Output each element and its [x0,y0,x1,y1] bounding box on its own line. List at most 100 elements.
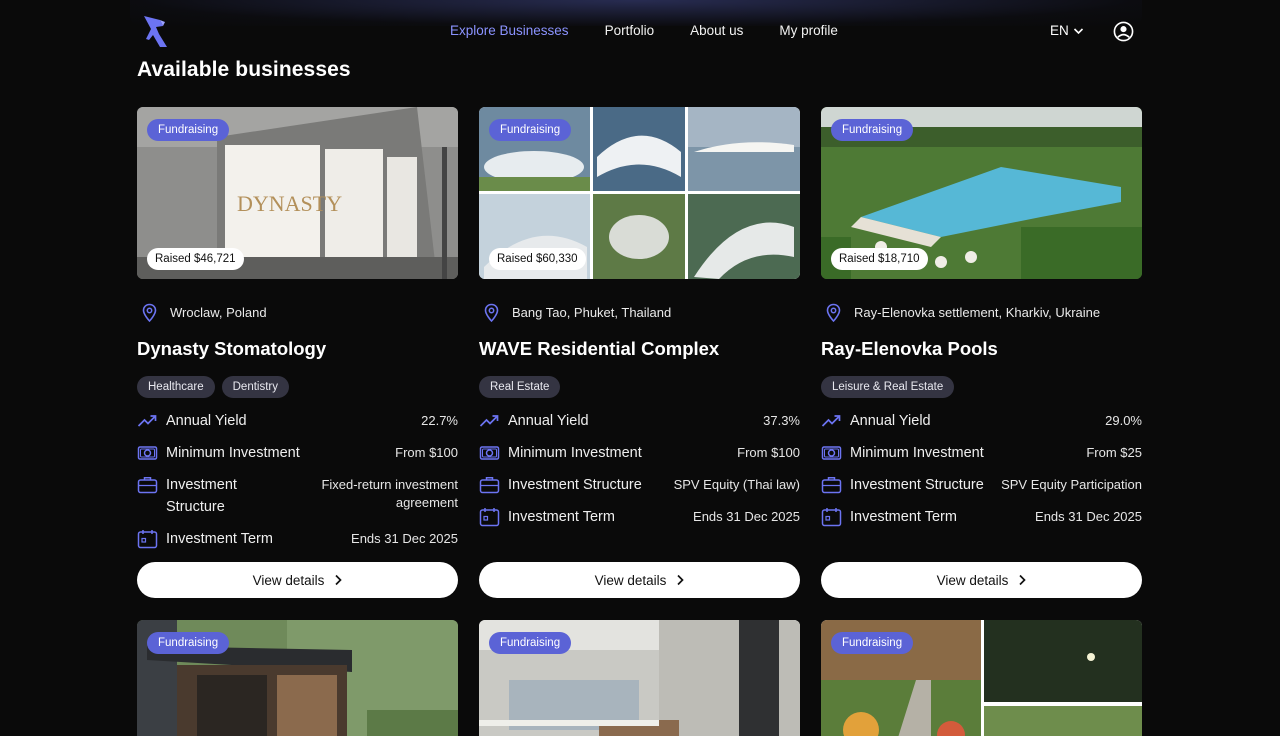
investment-structure-label: Investment Structure [166,477,237,515]
minimum-investment-row: Minimum Investment From $100 [479,442,800,464]
investment-term-label: Investment Term [850,509,957,525]
annual-yield-value: 29.0% [1105,413,1142,428]
minimum-investment-label: Minimum Investment [850,445,984,461]
business-card-image[interactable]: Fundraising [137,620,458,736]
investment-term-value: Ends 31 Dec 2025 [351,531,458,546]
location-text: Ray-Elenovka settlement, Kharkiv, Ukrain… [854,305,1101,320]
investment-structure-row: Investment Structure SPV Equity Particip… [821,474,1142,496]
annual-yield-label: Annual Yield [508,413,589,429]
investment-term-value: Ends 31 Dec 2025 [693,509,800,524]
fundraising-badge: Fundraising [147,119,230,141]
annual-yield-row: Annual Yield 29.0% [821,410,1142,432]
investment-structure-value: SPV Equity (Thai law) [673,477,800,492]
tags-list: Leisure & Real Estate [821,376,955,398]
money-icon [821,446,842,460]
page-title: Available businesses [137,58,351,81]
business-name[interactable]: Ray-Elenovka Pools [821,338,998,360]
location-pin-icon [142,303,157,323]
annual-yield-label: Annual Yield [166,413,247,429]
calendar-icon [479,508,500,527]
minimum-investment-value: From $100 [737,445,800,460]
investment-structure-label: Investment Structure [850,477,984,493]
view-details-label: View details [252,572,325,588]
investment-structure-label: Investment Structure [508,477,642,493]
annual-yield-value: 22.7% [421,413,458,428]
briefcase-icon [821,477,842,494]
nav-about-us[interactable]: About us [690,23,743,38]
category-tag: Dentistry [221,376,289,398]
investment-structure-row: Investment Structure SPV Equity (Thai la… [479,474,800,496]
business-card-image[interactable]: Fundraising [479,620,800,736]
annual-yield-value: 37.3% [763,413,800,428]
investment-structure-row: Investment Structure Fixed-return invest… [137,474,458,518]
main-nav: Explore Businesses Portfolio About us My… [450,23,838,38]
minimum-investment-row: Minimum Investment From $25 [821,442,1142,464]
investment-structure-value: Fixed-return investment agreement [321,477,458,510]
business-location: Ray-Elenovka settlement, Kharkiv, Ukrain… [823,302,1100,323]
nav-explore-businesses[interactable]: Explore Businesses [450,23,569,38]
raised-amount-badge: Raised $60,330 [489,248,586,270]
category-tag: Healthcare [137,376,215,398]
tags-list: Real Estate [479,376,561,398]
view-details-label: View details [936,572,1009,588]
user-circle-icon[interactable] [1113,21,1134,42]
storefront-logo-text: DYNASTY [237,191,342,216]
investment-term-label: Investment Term [508,509,615,525]
language-label: EN [1050,23,1069,38]
category-tag: Real Estate [479,376,561,398]
calendar-icon [821,508,842,527]
fundraising-badge: Fundraising [489,119,572,141]
hawk-logo-icon[interactable] [141,14,169,48]
annual-yield-row: Annual Yield 37.3% [479,410,800,432]
investment-structure-value: SPV Equity Participation [1001,477,1142,492]
raised-amount-badge: Raised $46,721 [147,248,244,270]
calendar-icon [137,530,158,549]
chevron-down-icon [1073,27,1083,34]
business-name[interactable]: Dynasty Stomatology [137,338,326,360]
tags-list: Healthcare Dentistry [137,376,289,398]
chevron-right-icon [677,574,685,586]
annual-yield-label: Annual Yield [850,413,931,429]
top-navigation: Explore Businesses Portfolio About us My… [0,0,1280,62]
chevron-right-icon [335,574,343,586]
money-icon [479,446,500,460]
business-location: Wroclaw, Poland [139,302,267,323]
business-card-image[interactable]: Fundraising Raised $18,710 [821,107,1142,279]
nav-my-profile[interactable]: My profile [779,23,838,38]
investment-term-row: Investment Term Ends 31 Dec 2025 [479,506,800,528]
chevron-right-icon [1019,574,1027,586]
business-name[interactable]: WAVE Residential Complex [479,338,719,360]
business-card-image[interactable]: Fundraising Raised $60,330 [479,107,800,279]
trending-up-icon [821,415,841,427]
business-location: Bang Tao, Phuket, Thailand [481,302,671,323]
location-pin-icon [826,303,841,323]
location-text: Bang Tao, Phuket, Thailand [512,305,672,320]
investment-term-label: Investment Term [166,531,273,547]
fundraising-badge: Fundraising [489,632,572,654]
investment-term-value: Ends 31 Dec 2025 [1035,509,1142,524]
annual-yield-row: Annual Yield 22.7% [137,410,458,432]
money-icon [137,446,158,460]
business-card: Fundraising Raised $60,330 Bang Tao, Phu… [479,107,800,598]
business-card: Fundraising Raised $18,710 Ray-Elenovka … [821,107,1142,598]
view-details-button[interactable]: View details [821,562,1142,598]
investment-term-row: Investment Term Ends 31 Dec 2025 [137,528,458,550]
minimum-investment-label: Minimum Investment [166,445,300,461]
location-text: Wroclaw, Poland [170,305,267,320]
minimum-investment-label: Minimum Investment [508,445,642,461]
view-details-label: View details [594,572,667,588]
fundraising-badge: Fundraising [831,119,914,141]
business-card-image[interactable]: DYNASTY Fundraising Raised $46,721 [137,107,458,279]
view-details-button[interactable]: View details [137,562,458,598]
investment-term-row: Investment Term Ends 31 Dec 2025 [821,506,1142,528]
nav-portfolio[interactable]: Portfolio [605,23,655,38]
business-card: DYNASTY Fundraising Raised $46,721 Wrocl… [137,107,458,598]
location-pin-icon [484,303,499,323]
view-details-button[interactable]: View details [479,562,800,598]
language-selector[interactable]: EN [1050,23,1084,38]
minimum-investment-value: From $100 [395,445,458,460]
briefcase-icon [137,477,158,494]
category-tag: Leisure & Real Estate [821,376,955,398]
business-card-image[interactable]: Fundraising [821,620,1142,736]
minimum-investment-value: From $25 [1086,445,1142,460]
